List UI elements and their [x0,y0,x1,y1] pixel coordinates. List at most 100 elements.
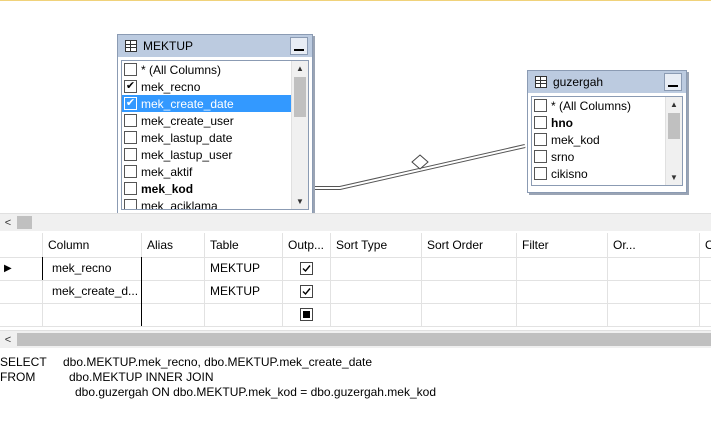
column-row[interactable]: mek_aciklama [122,197,291,209]
grid-header-cell[interactable]: Outp... [282,233,330,257]
column-checkbox[interactable] [124,63,137,76]
sql-pane[interactable]: SELECT dbo.MEKTUP.mek_recno, dbo.MEKTUP.… [0,349,711,423]
scroll-thumb[interactable] [17,216,32,229]
grid-cell-alias[interactable] [141,280,204,303]
column-checkbox[interactable] [534,116,547,129]
grid-header-cell[interactable]: Sort Type [330,233,421,257]
column-checkbox[interactable] [124,182,137,195]
column-row[interactable]: mek_kod [532,131,665,148]
grid-cell-output[interactable] [282,257,330,280]
grid-cell-empty[interactable] [607,280,699,303]
column-checkbox[interactable]: ✔ [124,80,137,93]
diagram-pane[interactable]: MEKTUP * (All Columns) ✔ mek_recno ✔ mek_cre… [0,0,711,213]
column-checkbox[interactable] [534,99,547,112]
grid-cell-empty[interactable] [330,303,421,326]
column-row[interactable]: srno [532,148,665,165]
column-row[interactable]: mek_create_user [122,112,291,129]
output-checkbox[interactable] [300,285,313,299]
grid-horizontal-scrollbar[interactable]: < [0,330,711,348]
sql-select-keyword: SELECT [0,355,47,369]
output-checkbox[interactable] [300,262,313,276]
column-label: hno [551,115,573,130]
column-checkbox[interactable] [124,114,137,127]
table-guzergah[interactable]: guzergah * (All Columns) hno mek_kod srno ci… [527,70,687,193]
column-row[interactable]: ✔ mek_create_date [122,95,291,112]
grid-cell-empty[interactable] [421,257,516,280]
column-checkbox[interactable] [124,199,137,209]
column-row[interactable]: * (All Columns) [532,97,665,114]
scroll-down-icon[interactable]: ▼ [292,194,308,209]
grid-cell-empty[interactable] [516,303,607,326]
scroll-up-icon[interactable]: ▲ [292,61,308,76]
column-label: mek_create_user [141,113,234,128]
grid-cell-empty[interactable] [516,257,607,280]
grid-cell-empty[interactable] [699,257,711,280]
scroll-thumb[interactable] [668,113,680,139]
column-checkbox[interactable] [124,131,137,144]
column-row[interactable]: mek_lastup_date [122,129,291,146]
scroll-up-icon[interactable]: ▲ [666,97,682,112]
grid-cell-empty[interactable] [421,303,516,326]
grid-cell-empty[interactable] [330,257,421,280]
table-mektup[interactable]: MEKTUP * (All Columns) ✔ mek_recno ✔ mek_cre… [117,34,313,213]
grid-cell-column[interactable]: mek_recno [42,257,141,280]
grid-cell-empty[interactable] [330,280,421,303]
column-checkbox[interactable] [124,165,137,178]
grid-header-cell[interactable]: Table [204,233,282,257]
sql-from-line2: dbo.guzergah ON dbo.MEKTUP.mek_kod = dbo… [75,385,436,399]
scroll-left-icon[interactable]: < [0,214,16,231]
grid-header-cell[interactable]: Sort Order [421,233,516,257]
column-row[interactable]: mek_lastup_user [122,146,291,163]
table-mektup-title[interactable]: MEKTUP [118,35,312,57]
grid-cell-alias[interactable] [141,303,204,326]
output-checkbox[interactable] [300,308,313,322]
grid-cell-table[interactable]: MEKTUP [204,280,282,303]
grid-header-cell[interactable]: Column [42,233,141,257]
column-checkbox[interactable] [534,150,547,163]
grid-cell-empty[interactable] [421,280,516,303]
vertical-scrollbar[interactable]: ▲ ▼ [665,97,682,185]
vertical-scrollbar[interactable]: ▲ ▼ [291,61,308,209]
column-row[interactable]: cikisno [532,165,665,182]
grid-cell-output[interactable] [282,303,330,326]
column-checkbox[interactable] [534,167,547,180]
grid-cell-empty[interactable] [516,280,607,303]
grid-cell-table[interactable] [204,303,282,326]
column-row[interactable]: hno [532,114,665,131]
column-checkbox[interactable] [534,133,547,146]
minimize-button[interactable] [290,37,308,55]
column-row[interactable]: mek_kod [122,180,291,197]
grid-row[interactable] [0,303,711,327]
grid-cell-alias[interactable] [141,257,204,280]
grid-header-cell[interactable]: Or... [607,233,699,257]
scroll-left-icon[interactable]: < [0,331,16,348]
column-row[interactable]: * (All Columns) [122,61,291,78]
diagram-horizontal-scrollbar[interactable]: < [0,213,711,231]
column-checkbox[interactable]: ✔ [124,97,137,110]
grid-cell-output[interactable] [282,280,330,303]
grid-cell-empty[interactable] [699,280,711,303]
grid-header-cell[interactable]: Filter [516,233,607,257]
grid-cell-empty[interactable] [607,303,699,326]
column-row[interactable]: ✔ mek_recno [122,78,291,95]
grid-header-cell[interactable]: Or... [699,233,711,257]
column-label: cikisno [551,166,588,181]
scroll-down-icon[interactable]: ▼ [666,170,682,185]
grid-cell-empty[interactable] [699,303,711,326]
grid-row[interactable]: ▶ mek_recno MEKTUP [0,257,711,281]
scroll-thumb[interactable] [294,77,306,117]
scroll-thumb[interactable] [17,333,711,346]
grid-cell-table[interactable]: MEKTUP [204,257,282,280]
table-guzergah-columns: * (All Columns) hno mek_kod srno cikisno ▲ ▼ [531,96,683,186]
column-row[interactable]: mek_aktif [122,163,291,180]
grid-row[interactable]: mek_create_d... MEKTUP [0,280,711,304]
grid-header-cell[interactable]: Alias [141,233,204,257]
grid-cell-column[interactable]: mek_create_d... [42,280,141,303]
grid-cell-empty[interactable] [607,257,699,280]
current-row-icon: ▶ [4,263,12,274]
criteria-grid[interactable]: Column Alias Table Outp... Sort Type Sort Ord… [0,233,711,330]
table-guzergah-title[interactable]: guzergah [528,71,686,93]
column-checkbox[interactable] [124,148,137,161]
minimize-button[interactable] [664,73,682,91]
grid-cell-column[interactable] [42,303,141,326]
